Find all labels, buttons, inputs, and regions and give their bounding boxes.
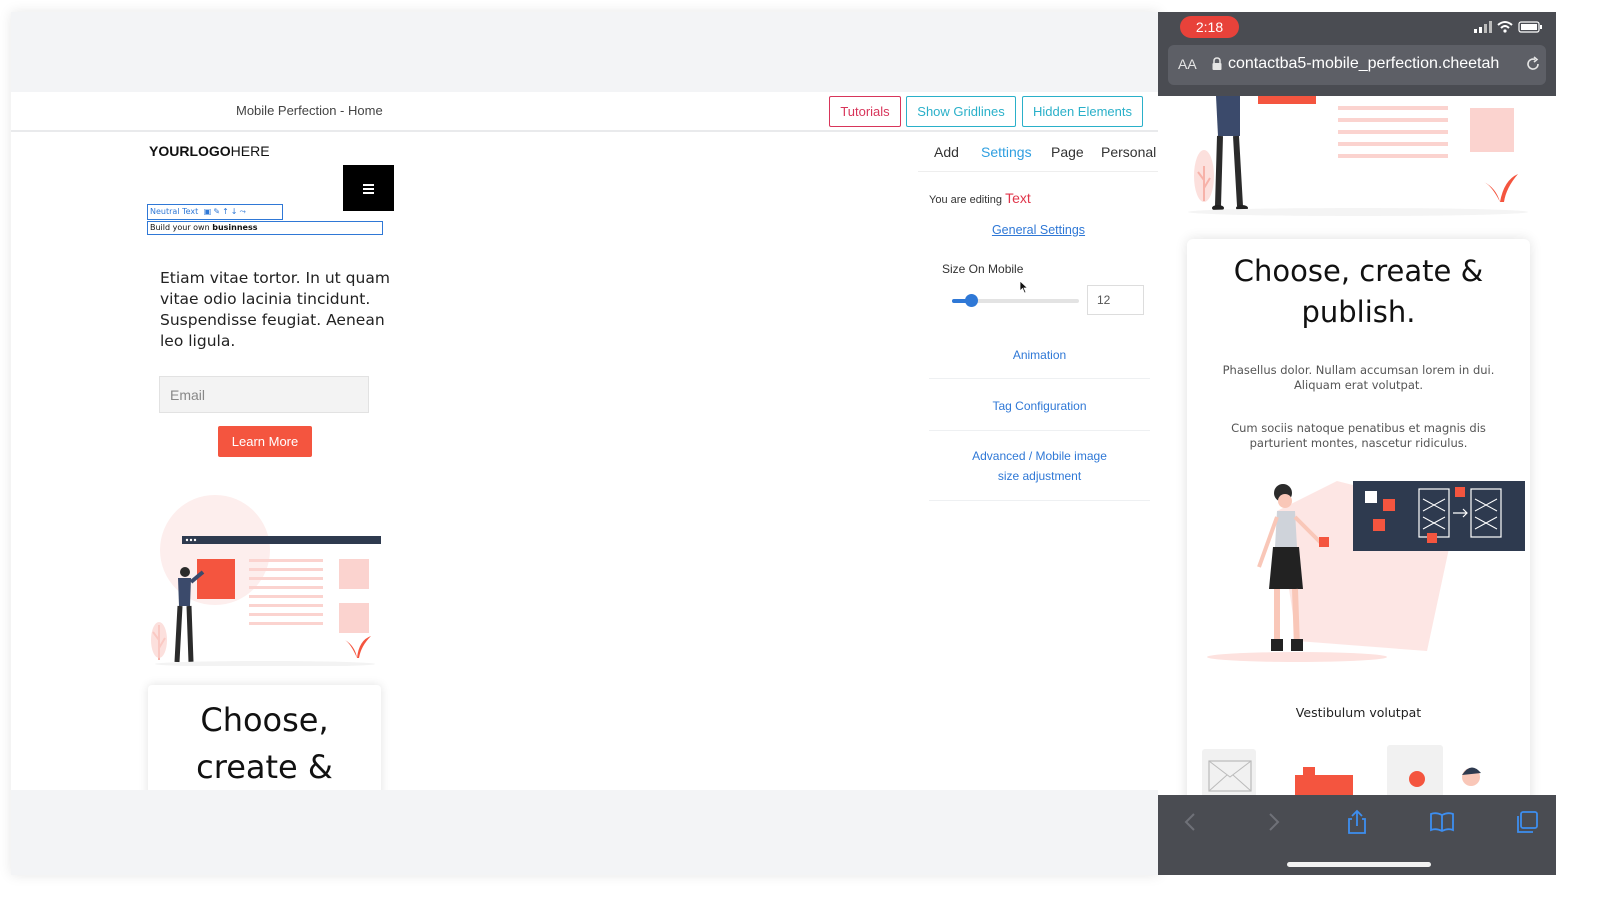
mouse-cursor-icon [1019, 280, 1029, 294]
logo-light: HERE [230, 143, 270, 159]
unlink-icon[interactable]: ⤳ [239, 207, 247, 216]
hidden-elements-button[interactable]: Hidden Elements [1022, 96, 1143, 127]
edit-bar-label: Neutral Text [150, 207, 199, 216]
url-text: contactba5-mobile_perfection.cheetah [1228, 55, 1500, 72]
screen: Mobile Perfection - Home Tutorials Show … [0, 0, 1600, 904]
page-title: Mobile Perfection - Home [236, 103, 383, 118]
tabs-icon[interactable] [1514, 809, 1540, 835]
reload-icon[interactable] [1524, 55, 1542, 73]
tab-page[interactable]: Page [1051, 144, 1084, 160]
size-slider[interactable] [952, 294, 1079, 307]
card-title-line2: publish. [1301, 295, 1416, 329]
tag-configuration-link[interactable]: Tag Configuration [929, 396, 1150, 416]
tab-add[interactable]: Add [934, 144, 959, 160]
editor-bottom-margin [11, 790, 1159, 875]
illustration-caption: Vestibulum volutpat [1295, 705, 1422, 720]
signal-icon [1474, 21, 1492, 33]
content-card: Choose, create & publish. Phasellus dolo… [1187, 239, 1530, 795]
home-indicator [1287, 862, 1431, 867]
website-illustration-top [1188, 96, 1528, 216]
size-on-mobile-input[interactable] [1087, 285, 1144, 315]
wifi-icon [1497, 21, 1513, 33]
hamburger-menu-button[interactable] [343, 165, 394, 211]
general-settings-link[interactable]: General Settings [918, 223, 1159, 237]
site-logo[interactable]: YOURLOGOHERE [149, 143, 270, 159]
status-icons [1474, 21, 1542, 33]
bookmarks-icon[interactable] [1429, 809, 1455, 835]
advanced-link-line2: size adjustment [997, 469, 1082, 483]
status-time: 2:18 [1180, 16, 1239, 38]
size-on-mobile-label: Size On Mobile [942, 262, 1024, 276]
animation-link[interactable]: Animation [929, 345, 1150, 365]
share-icon[interactable] [1344, 809, 1370, 835]
editor-toolbar: Mobile Perfection - Home Tutorials Show … [11, 92, 1159, 132]
element-edit-bar: Neutral Text ▣✎↑↓⤳ [147, 204, 283, 220]
advanced-link-line1: Advanced / Mobile image [972, 449, 1107, 463]
editing-kind: Text [1005, 190, 1031, 206]
editor-window: Mobile Perfection - Home Tutorials Show … [11, 12, 1159, 875]
arrow-up-icon[interactable]: ↑ [222, 207, 231, 216]
lock-icon [1212, 57, 1222, 70]
battery-icon [1518, 21, 1542, 33]
back-icon[interactable] [1178, 809, 1204, 835]
woman-board-illustration [1207, 481, 1525, 662]
size-slider-handle[interactable] [965, 294, 978, 307]
email-field[interactable] [159, 376, 369, 413]
hamburger-line [363, 192, 374, 194]
address-bar[interactable]: AA contactba5-mobile_perfection.cheetah [1168, 45, 1546, 85]
tab-personal[interactable]: Personal [1101, 144, 1156, 160]
tab-settings[interactable]: Settings [981, 144, 1032, 160]
editor-top-margin [11, 12, 1159, 92]
divider [929, 430, 1150, 431]
divider [929, 378, 1150, 379]
card-paragraph: Phasellus dolor. Nullam accumsan lorem i… [1222, 363, 1495, 392]
browser-toolbar [1158, 795, 1556, 875]
status-bar: 2:18 [1158, 12, 1556, 40]
website-illustration [151, 495, 381, 666]
features-illustration [1202, 745, 1481, 795]
hamburger-line [363, 184, 374, 186]
selected-text-element[interactable]: Build your own businness [147, 221, 383, 235]
panel-tabs: Add Settings Page Personal [918, 136, 1159, 172]
advanced-mobile-image-link[interactable]: Advanced / Mobile image size adjustment [929, 446, 1150, 486]
hamburger-line [363, 188, 374, 190]
forward-icon[interactable] [1260, 809, 1286, 835]
body-paragraph[interactable]: Etiam vitae tortor. In ut quam vitae odi… [160, 268, 390, 352]
editing-indicator: You are editing Text [929, 190, 1031, 206]
card-paragraph: Cum sociis natoque penatibus et magnis d… [1231, 421, 1486, 450]
card-title: Choose, create & [196, 701, 333, 786]
logo-bold: YOURLOGO [149, 143, 231, 159]
divider [929, 500, 1150, 501]
selected-text-bold: businness [212, 223, 258, 232]
tutorials-button[interactable]: Tutorials [829, 96, 901, 127]
phone-preview: 2:18 AA contactba5-mobile_perfection.che… [1158, 12, 1556, 875]
save-icon[interactable]: ▣ [204, 207, 214, 216]
pencil-icon[interactable]: ✎ [213, 207, 222, 216]
card-title-line1: Choose, create & [1233, 254, 1484, 288]
card-title: Choose, create & publish. [1187, 251, 1530, 333]
learn-more-button[interactable]: Learn More [218, 426, 312, 457]
selected-text-normal: Build your own [150, 223, 213, 232]
editing-prefix: You are editing [929, 194, 1002, 206]
reader-mode-button[interactable]: AA [1178, 56, 1197, 72]
show-gridlines-button[interactable]: Show Gridlines [906, 96, 1016, 127]
mobile-page: Choose, create & publish. Phasellus dolo… [1158, 96, 1556, 795]
